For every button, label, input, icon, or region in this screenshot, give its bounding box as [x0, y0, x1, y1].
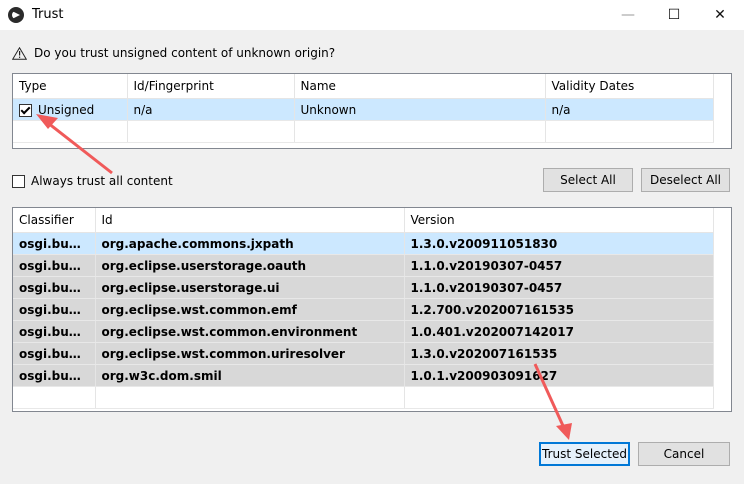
content-row[interactable]: osgi.bund... org.apache.commons.jxpath 1… — [13, 232, 714, 255]
version-cell: 1.1.0.v20190307-0457 — [404, 276, 714, 299]
header-type[interactable]: Type — [13, 74, 128, 99]
header-version[interactable]: Version — [404, 208, 714, 233]
version-cell: 1.0.1.v200903091627 — [404, 364, 714, 387]
eclipse-app-icon — [8, 7, 24, 23]
always-trust-option[interactable]: Always trust all content — [12, 174, 173, 188]
trust-table[interactable]: Type Id/Fingerprint Name Validity Dates … — [12, 73, 732, 149]
always-trust-checkbox[interactable] — [12, 174, 25, 188]
trust-selected-button[interactable]: Trust Selected — [539, 442, 630, 466]
classifier-cell: osgi.bund... — [13, 320, 96, 343]
content-table[interactable]: Classifier Id Version osgi.bund... org.a… — [12, 207, 732, 412]
cancel-button[interactable]: Cancel — [638, 442, 730, 466]
trust-table-header: Type Id/Fingerprint Name Validity Dates — [13, 74, 714, 99]
content-row[interactable]: osgi.bund... org.eclipse.wst.common.emf … — [13, 298, 714, 321]
select-all-button[interactable]: Select All — [543, 168, 633, 192]
header-id[interactable]: Id — [95, 208, 405, 233]
header-name[interactable]: Name — [294, 74, 546, 99]
id-cell: org.w3c.dom.smil — [95, 364, 405, 387]
validity-cell: n/a — [545, 98, 714, 121]
header-classifier[interactable]: Classifier — [13, 208, 96, 233]
id-cell: n/a — [127, 98, 295, 121]
classifier-cell: osgi.bund... — [13, 342, 96, 365]
empty-row — [13, 386, 714, 409]
id-cell: org.eclipse.userstorage.oauth — [95, 254, 405, 277]
id-cell: org.eclipse.userstorage.ui — [95, 276, 405, 299]
unsigned-checkbox[interactable] — [19, 103, 32, 117]
trust-question: Do you trust unsigned content of unknown… — [12, 46, 335, 60]
classifier-cell: osgi.bund... — [13, 298, 96, 321]
version-cell: 1.2.700.v202007161535 — [404, 298, 714, 321]
warning-icon — [12, 46, 27, 60]
content-row[interactable]: osgi.bund... org.w3c.dom.smil 1.0.1.v200… — [13, 364, 714, 387]
content-row[interactable]: osgi.bund... org.eclipse.wst.common.envi… — [13, 320, 714, 343]
content-row[interactable]: osgi.bund... org.eclipse.userstorage.ui … — [13, 276, 714, 299]
deselect-all-button[interactable]: Deselect All — [641, 168, 730, 192]
id-cell: org.eclipse.wst.common.emf — [95, 298, 405, 321]
empty-row — [13, 120, 714, 143]
header-id-fingerprint[interactable]: Id/Fingerprint — [127, 74, 295, 99]
version-cell: 1.0.401.v202007142017 — [404, 320, 714, 343]
content-row[interactable]: osgi.bund... org.eclipse.userstorage.oau… — [13, 254, 714, 277]
id-cell: org.eclipse.wst.common.environment — [95, 320, 405, 343]
window-title: Trust — [32, 7, 64, 22]
id-cell: org.apache.commons.jxpath — [95, 232, 405, 255]
maximize-button[interactable]: ☐ — [651, 0, 697, 30]
version-cell: 1.3.0.v200911051830 — [404, 232, 714, 255]
title-bar: Trust — ☐ ✕ — [0, 0, 744, 30]
id-cell: org.eclipse.wst.common.uriresolver — [95, 342, 405, 365]
version-cell: 1.1.0.v20190307-0457 — [404, 254, 714, 277]
type-label: Unsigned — [38, 102, 95, 117]
content-row[interactable]: osgi.bund... org.eclipse.wst.common.urir… — [13, 342, 714, 365]
always-trust-label[interactable]: Always trust all content — [31, 174, 173, 188]
trust-type-cell: Unsigned — [13, 98, 128, 121]
question-text: Do you trust unsigned content of unknown… — [34, 46, 336, 60]
content-table-header: Classifier Id Version — [13, 208, 714, 233]
version-cell: 1.3.0.v202007161535 — [404, 342, 714, 365]
trust-row[interactable]: Unsigned n/a Unknown n/a — [13, 98, 714, 121]
name-cell: Unknown — [294, 98, 546, 121]
classifier-cell: osgi.bund... — [13, 232, 96, 255]
classifier-cell: osgi.bund... — [13, 254, 96, 277]
close-button[interactable]: ✕ — [697, 0, 743, 30]
classifier-cell: osgi.bund... — [13, 276, 96, 299]
classifier-cell: osgi.bund... — [13, 364, 96, 387]
header-validity-dates[interactable]: Validity Dates — [545, 74, 714, 99]
minimize-button[interactable]: — — [605, 0, 651, 30]
